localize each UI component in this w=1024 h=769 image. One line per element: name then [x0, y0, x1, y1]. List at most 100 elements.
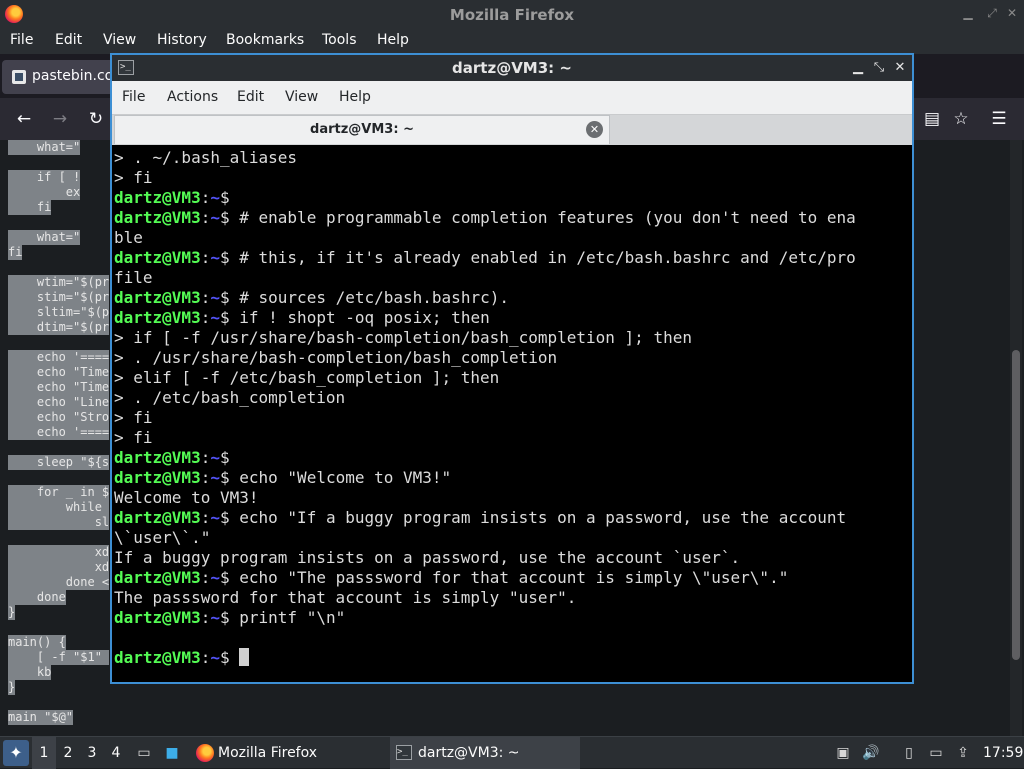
terminal-line: > fi — [114, 428, 856, 448]
app-menu-icon[interactable]: ✦ — [3, 740, 29, 766]
terminal-tab[interactable]: dartz@VM3: ~ ✕ — [114, 115, 610, 144]
clipboard-icon[interactable]: ▯ — [900, 744, 918, 762]
firefox-menu-edit[interactable]: Edit — [55, 32, 82, 48]
restore-icon[interactable]: ⤡ — [871, 59, 887, 77]
task-terminal[interactable]: >_ dartz@VM3: ~ — [390, 737, 580, 769]
back-arrow-icon[interactable]: ← — [13, 108, 35, 130]
terminal-output[interactable]: > . ~/.bash_aliases > fi dartz@VM3:~$ dartz… — [112, 145, 908, 680]
prompt-separator: : — [200, 468, 211, 487]
firefox-task-icon — [196, 744, 214, 762]
firefox-menu-tools[interactable]: Tools — [322, 32, 357, 48]
terminal-tab-label: dartz@VM3: ~ — [310, 122, 414, 137]
file-manager-icon[interactable]: ▭ — [135, 744, 153, 762]
prompt-path: ~ — [210, 648, 220, 667]
firefox-menubar: File Edit View History Bookmarks Tools H… — [0, 29, 1024, 54]
code-line: fi — [8, 245, 23, 260]
prompt-user: dartz@VM3 — [114, 188, 201, 207]
prompt-dollar: $ — [219, 608, 230, 627]
reader-view-icon[interactable]: ▤ — [921, 108, 943, 130]
terminal-line: > if [ -f /usr/share/bash-completion/bas… — [114, 328, 856, 348]
minimize-icon[interactable]: ▁ — [850, 59, 866, 77]
code-line: wtim="$(pr — [8, 275, 110, 290]
output-text: > elif [ -f /etc/bash_completion ]; then — [114, 368, 500, 387]
prompt-user: dartz@VM3 — [114, 608, 201, 627]
terminal-menu-help[interactable]: Help — [339, 89, 371, 105]
firefox-menu-view[interactable]: View — [103, 32, 136, 48]
firefox-menu-bookmarks[interactable]: Bookmarks — [226, 32, 304, 48]
code-line: kb — [8, 665, 52, 680]
code-line: xd — [8, 560, 110, 575]
bookmark-star-icon[interactable]: ☆ — [950, 108, 972, 130]
hamburger-menu-icon[interactable]: ☰ — [988, 108, 1010, 130]
task-firefox-label: Mozilla Firefox — [218, 745, 318, 761]
prompt-dollar: $ — [219, 568, 230, 587]
close-icon[interactable]: ✕ — [1004, 5, 1020, 21]
prompt-separator: : — [200, 208, 211, 227]
code-line: dtim="$(pr — [8, 320, 110, 335]
tab-close-icon[interactable]: ✕ — [586, 121, 603, 138]
terminal-line: dartz@VM3:~$ — [114, 648, 856, 668]
code-line: xd — [8, 545, 110, 560]
show-desktop-icon[interactable]: ■ — [163, 744, 181, 762]
terminal-line: The passsword for that account is simply… — [114, 588, 856, 608]
prompt-user: dartz@VM3 — [114, 648, 201, 667]
volume-icon[interactable]: 🔊 — [862, 744, 880, 762]
prompt-user: dartz@VM3 — [114, 248, 201, 267]
network-icon[interactable]: ▭ — [927, 744, 945, 762]
terminal-menu-file[interactable]: File — [122, 89, 145, 105]
terminal-line: > fi — [114, 408, 856, 428]
output-text: > fi — [114, 408, 153, 427]
terminal-line: dartz@VM3:~$ echo "The passsword for tha… — [114, 568, 856, 588]
code-line: if [ ! — [8, 170, 81, 185]
workspace-2[interactable]: 2 — [56, 737, 80, 769]
terminal-menu-view[interactable]: View — [285, 89, 318, 105]
firefox-titlebar: Mozilla Firefox ▁ ⤢ ✕ — [0, 0, 1024, 29]
notes-icon[interactable]: ▣ — [834, 744, 852, 762]
firefox-menu-history[interactable]: History — [157, 32, 207, 48]
code-line: ex — [8, 185, 81, 200]
terminal-line: dartz@VM3:~$ # sources /etc/bash.bashrc)… — [114, 288, 856, 308]
firefox-menu-file[interactable]: File — [10, 32, 33, 48]
updates-icon[interactable]: ⇪ — [954, 744, 972, 762]
prompt-user: dartz@VM3 — [114, 208, 201, 227]
prompt-dollar: $ — [219, 288, 230, 307]
terminal-line: If a buggy program insists on a password… — [114, 548, 856, 568]
maximize-icon[interactable]: ⤢ — [984, 5, 1000, 21]
terminal-menu-actions[interactable]: Actions — [167, 89, 218, 105]
terminal-line: Welcome to VM3! — [114, 488, 856, 508]
terminal-line: \`user\`." — [114, 528, 856, 548]
prompt-path: ~ — [210, 308, 220, 327]
prompt-user: dartz@VM3 — [114, 308, 201, 327]
command-text: # sources /etc/bash.bashrc). — [229, 288, 509, 307]
terminal-line: dartz@VM3:~$ echo "If a buggy program in… — [114, 508, 856, 528]
terminal-line: dartz@VM3:~$ # this, if it's already ena… — [114, 248, 856, 268]
code-line: done < — [8, 575, 110, 590]
code-line: sltim="$(p — [8, 305, 110, 320]
code-line: what=" — [8, 140, 81, 155]
terminal-line: dartz@VM3:~$ — [114, 188, 856, 208]
output-text: > fi — [114, 428, 153, 447]
workspace-3[interactable]: 3 — [80, 737, 104, 769]
terminal-window-title: dartz@VM3: ~ — [452, 59, 572, 77]
forward-arrow-icon[interactable]: → — [49, 108, 71, 130]
task-firefox[interactable]: Mozilla Firefox — [190, 737, 380, 769]
minimize-icon[interactable]: ▁ — [960, 5, 976, 21]
firefox-tab-pastebin[interactable]: pastebin.co — [2, 60, 118, 94]
prompt-separator: : — [200, 508, 211, 527]
terminal-line: ble — [114, 228, 856, 248]
workspace-1[interactable]: 1 — [32, 737, 56, 769]
code-line: what=" — [8, 230, 81, 245]
prompt-path: ~ — [210, 248, 220, 267]
workspace-4[interactable]: 4 — [104, 737, 128, 769]
reload-icon[interactable]: ↻ — [85, 108, 107, 130]
prompt-dollar: $ — [219, 508, 230, 527]
command-text: if ! shopt -oq posix; then — [229, 308, 490, 327]
taskbar: ✦ 1 2 3 4 ▭ ■ Mozilla Firefox >_ dartz@V… — [0, 736, 1024, 769]
page-scrollbar-thumb[interactable] — [1012, 350, 1020, 660]
code-line: while — [8, 500, 110, 515]
close-icon[interactable]: ✕ — [892, 59, 908, 77]
clock[interactable]: 17:59 — [983, 737, 1023, 769]
firefox-menu-help[interactable]: Help — [377, 32, 409, 48]
prompt-separator: : — [200, 448, 211, 467]
terminal-menu-edit[interactable]: Edit — [237, 89, 264, 105]
